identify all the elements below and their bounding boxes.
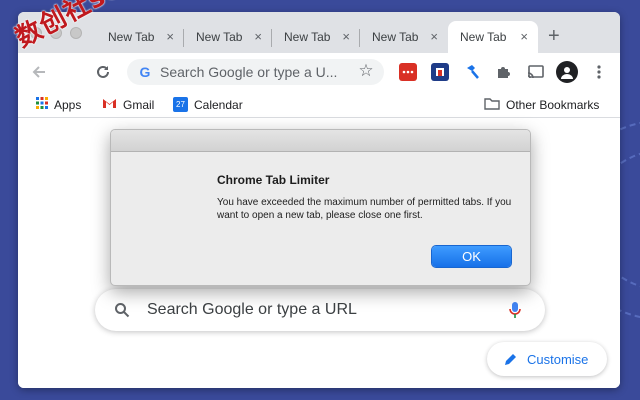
tab-close-icon[interactable]: ×	[430, 29, 438, 44]
tab-close-icon[interactable]: ×	[520, 29, 528, 44]
extension-hammer-icon[interactable]	[462, 62, 482, 82]
dialog-message: You have exceeded the maximum number of …	[217, 197, 512, 221]
menu-kebab-icon[interactable]	[590, 62, 608, 82]
tab-label: New Tab	[372, 30, 419, 44]
customise-button[interactable]: Customise	[487, 342, 607, 376]
bookmark-calendar[interactable]: 27 Calendar	[173, 97, 243, 112]
google-g-icon: G	[139, 64, 151, 80]
ntp-search-box[interactable]: Search Google or type a URL	[95, 289, 545, 331]
browser-toolbar: G Search Google or type a U... ☆	[18, 53, 620, 90]
tab-label: New Tab	[284, 30, 331, 44]
omnibox-placeholder: Search Google or type a U...	[160, 64, 338, 80]
browser-window: New Tab × New Tab × New Tab × New Tab × …	[18, 12, 620, 388]
pencil-icon	[503, 351, 519, 367]
tab-3[interactable]: New Tab ×	[272, 21, 360, 53]
tab-close-icon[interactable]: ×	[166, 29, 174, 44]
bookmark-apps[interactable]: Apps	[36, 97, 81, 112]
tab-strip: New Tab × New Tab × New Tab × New Tab × …	[18, 12, 620, 53]
back-arrow-icon[interactable]	[28, 61, 50, 83]
tab-label: New Tab	[460, 30, 507, 44]
calendar-icon: 27	[173, 97, 188, 112]
gmail-icon	[102, 97, 117, 112]
tab-label: New Tab	[196, 30, 243, 44]
bookmarks-bar: Apps Gmail 27 Calendar Other Bookmarks	[18, 90, 620, 118]
profile-avatar-icon[interactable]	[556, 61, 578, 83]
other-bookmarks-label: Other Bookmarks	[506, 98, 600, 112]
reload-icon[interactable]	[92, 61, 114, 83]
bookmark-gmail[interactable]: Gmail	[102, 97, 154, 112]
tab-close-icon[interactable]: ×	[254, 29, 262, 44]
cast-icon[interactable]	[526, 62, 546, 82]
search-icon	[113, 301, 131, 319]
dialog-title: Chrome Tab Limiter	[217, 173, 330, 187]
microphone-icon[interactable]	[505, 300, 525, 320]
dialog-titlebar	[111, 130, 530, 152]
tab-1[interactable]: New Tab ×	[96, 21, 184, 53]
other-bookmarks[interactable]: Other Bookmarks	[484, 97, 599, 113]
tab-2[interactable]: New Tab ×	[184, 21, 272, 53]
tab-5-active[interactable]: New Tab ×	[448, 21, 538, 53]
customise-label: Customise	[527, 352, 589, 367]
tab-limiter-dialog: Chrome Tab Limiter You have exceeded the…	[110, 129, 531, 286]
extension-tab-limiter-icon[interactable]	[431, 63, 449, 81]
bookmark-star-icon[interactable]: ☆	[356, 61, 376, 81]
tab-close-icon[interactable]: ×	[342, 29, 350, 44]
bookmark-label: Gmail	[123, 97, 155, 112]
bookmark-label: Calendar	[194, 97, 243, 112]
ok-button[interactable]: OK	[432, 246, 511, 267]
tab-4[interactable]: New Tab ×	[360, 21, 448, 53]
tab-label: New Tab	[108, 30, 155, 44]
ntp-search-placeholder: Search Google or type a URL	[147, 301, 357, 318]
new-tab-button[interactable]: +	[548, 26, 560, 46]
bookmark-label: Apps	[54, 97, 82, 112]
omnibox[interactable]: G Search Google or type a U...	[127, 59, 384, 85]
folder-icon	[484, 97, 500, 113]
apps-grid-icon	[36, 97, 48, 112]
extensions-puzzle-icon[interactable]	[494, 62, 514, 82]
extension-red-icon[interactable]	[399, 63, 417, 81]
